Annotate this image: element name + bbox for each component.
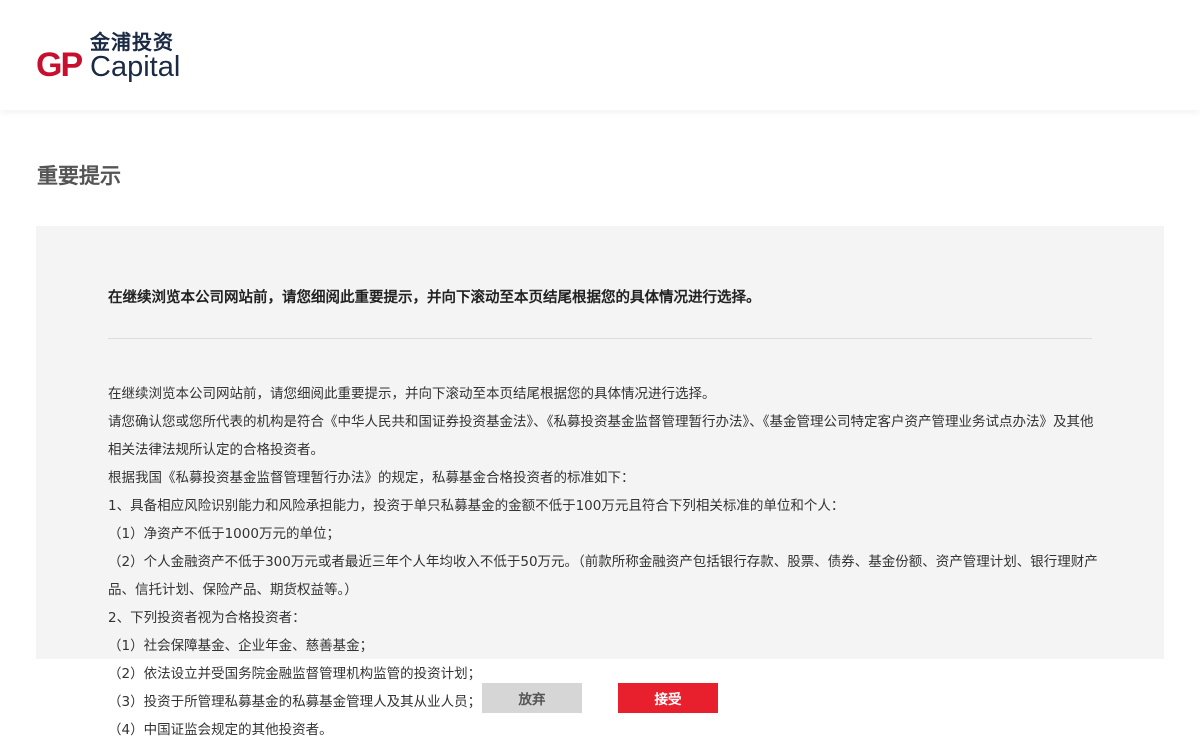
notice-paragraph: 1、具备相应风险识别能力和风险承担能力，投资于单只私募基金的金额不低于100万元… [108, 498, 845, 514]
notice-paragraph: （3）投资于所管理私募基金的私募基金管理人及其从业人员； [108, 694, 482, 710]
page-title: 重要提示 [37, 164, 121, 188]
notice-paragraph: 请您确认您或您所代表的机构是符合《中华人民共和国证券投资基金法》、《私募投资基金… [108, 414, 1094, 458]
notice-paragraph: 2、下列投资者视为合格投资者： [108, 610, 306, 626]
logo-english-name: Capital [90, 51, 181, 83]
notice-paragraph: 根据我国《私募投资基金监督管理暂行办法》的规定，私募基金合格投资者的标准如下： [108, 470, 635, 486]
notice-paragraph: （4）中国证监会规定的其他投资者。 [108, 722, 333, 738]
notice-paragraph: （2）依法设立并受国务院金融监督管理机构监管的投资计划； [108, 666, 482, 682]
accept-button[interactable]: 接受 [618, 683, 718, 713]
decline-button[interactable]: 放弃 [482, 683, 582, 713]
notice-paragraph: 在继续浏览本公司网站前，请您细阅此重要提示，并向下滚动至本页结尾根据您的具体情况… [108, 386, 716, 402]
notice-paragraph: （1）社会保障基金、企业年金、慈善基金； [108, 638, 374, 654]
notice-paragraph: （1）净资产不低于1000万元的单位； [108, 526, 340, 542]
logo-gp-mark: GP [36, 46, 83, 84]
notice-heading: 在继续浏览本公司网站前，请您细阅此重要提示，并向下滚动至本页结尾根据您的具体情况… [108, 290, 761, 306]
company-logo[interactable]: 金浦投资 GP Capital [36, 26, 191, 86]
site-header: 金浦投资 GP Capital [0, 0, 1200, 110]
notice-paragraph: （2）个人金融资产不低于300万元或者最近三年个人年均收入不低于50万元。（前款… [108, 554, 1098, 598]
notice-body: 在继续浏览本公司网站前，请您细阅此重要提示，并向下滚动至本页结尾根据您的具体情况… [108, 380, 1098, 744]
divider [108, 338, 1092, 339]
